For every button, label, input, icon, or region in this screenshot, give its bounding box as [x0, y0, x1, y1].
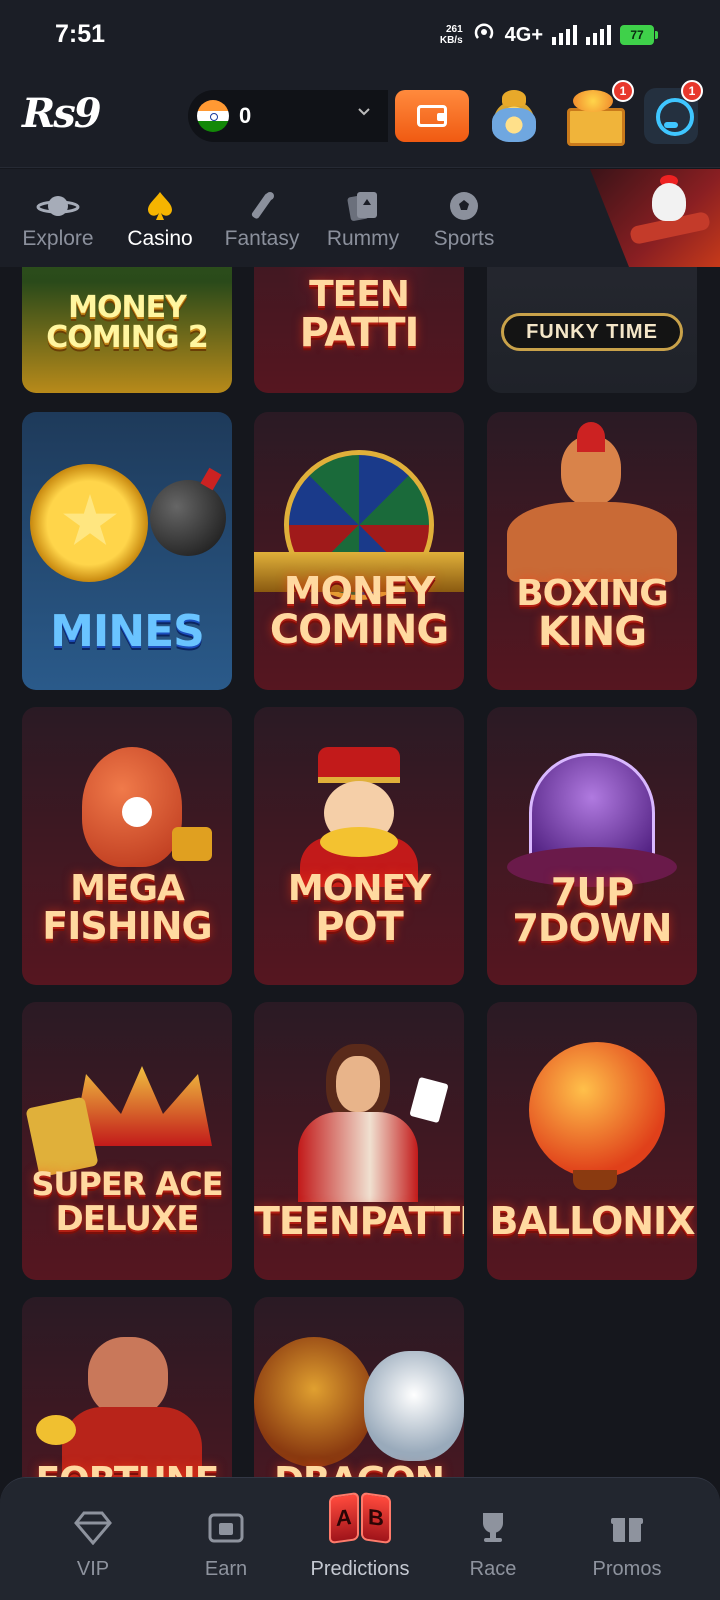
game-tile-7up-7down[interactable]: 7UP 7DOWN — [487, 707, 697, 985]
balance-selector[interactable]: 0 — [188, 90, 388, 142]
battery-icon: 77 — [620, 25, 658, 45]
game-title-line2: FISHING — [42, 904, 212, 948]
game-title-line1: FUNKY TIME — [501, 313, 683, 351]
ab-letter-b: B — [361, 1491, 391, 1545]
spade-icon — [110, 187, 210, 225]
tab-casino[interactable]: Casino — [110, 187, 210, 251]
ab-icon: A B — [295, 1488, 425, 1548]
game-title-line2: DELUXE — [55, 1199, 200, 1239]
game-tile-dragon[interactable]: DRAGON — [254, 1297, 464, 1477]
tab-explore[interactable]: Explore — [8, 187, 108, 251]
game-title-line1: MONEY — [287, 868, 431, 909]
game-title-line2: COMING 2 — [46, 320, 209, 355]
bottom-nav: VIP Earn A B Predictions Race Promos — [0, 1477, 720, 1600]
game-title-line1: SUPER ACE — [31, 1165, 223, 1203]
battery-level: 77 — [620, 25, 654, 45]
chevron-down-icon — [356, 103, 372, 124]
tab-explore-label: Explore — [22, 227, 94, 250]
game-title-line1: MINES — [50, 606, 205, 657]
promo-banner-thumbnail[interactable] — [590, 169, 720, 267]
game-title-line1: BALLONIX — [489, 1199, 696, 1243]
tab-rummy-label: Rummy — [326, 227, 400, 250]
game-tile-mega-fishing[interactable]: MEGA FISHING — [22, 707, 232, 985]
nav-vip-label: VIP — [76, 1558, 110, 1580]
status-indicators: 261 KB/s 4G+ 77 — [440, 20, 658, 50]
gift-icon — [562, 1508, 692, 1548]
support-badge: 1 — [681, 80, 703, 102]
nav-predictions-label: Predictions — [310, 1558, 410, 1580]
game-tile-mines[interactable]: MINES — [22, 412, 232, 690]
nav-earn-label: Earn — [204, 1558, 248, 1580]
game-title-line2: PATTI — [299, 310, 420, 356]
game-title-line1: BOXING — [516, 573, 669, 614]
net-speed-unit: KB/s — [439, 35, 463, 46]
app-header: Rs9 0 1 1 — [0, 66, 720, 168]
soccer-ball-icon — [414, 187, 514, 225]
nav-earn[interactable]: Earn — [161, 1508, 291, 1581]
game-tile-boxing-king[interactable]: BOXING KING — [487, 412, 697, 690]
tab-fantasy-label: Fantasy — [224, 227, 300, 250]
network-type: 4G+ — [504, 23, 543, 46]
game-title-line1: TEEN — [309, 274, 410, 315]
fantasy-icon — [212, 187, 312, 225]
net-speed-value: 261 — [445, 24, 463, 35]
app-logo[interactable]: Rs9 — [22, 90, 102, 137]
game-grid: MONEY COMING 2 TEEN PATTI FUNKY TIME MIN… — [0, 267, 720, 1477]
game-tile-fortune[interactable]: FORTUNE — [22, 1297, 232, 1477]
game-title-line1: TEENPATTI — [254, 1199, 464, 1243]
game-title-line2: POT — [315, 904, 404, 950]
game-tile-money-pot[interactable]: MONEY POT — [254, 707, 464, 985]
game-title-line1: MEGA — [70, 868, 185, 909]
wallet-icon — [417, 105, 447, 127]
ox-art — [22, 1297, 232, 1477]
game-title-line2: KING — [537, 609, 647, 655]
status-bar: 7:51 261 KB/s 4G+ 77 — [0, 0, 720, 66]
wallet-button[interactable] — [395, 90, 469, 142]
planet-icon — [8, 187, 108, 225]
ab-letter-a: A — [329, 1491, 359, 1545]
nav-race[interactable]: Race — [428, 1508, 558, 1581]
tab-rummy[interactable]: Rummy — [313, 187, 413, 251]
game-tile-teen-patti[interactable]: TEEN PATTI — [254, 267, 464, 393]
tab-sports-label: Sports — [433, 227, 495, 250]
game-tile-super-ace-deluxe[interactable]: SUPER ACE DELUXE — [22, 1002, 232, 1280]
status-time: 7:51 — [55, 20, 106, 48]
game-tile-funky-time[interactable]: FUNKY TIME — [487, 267, 697, 393]
game-tile-ballonix[interactable]: BALLONIX — [487, 1002, 697, 1280]
trophy-icon — [428, 1508, 558, 1548]
game-tile-money-coming-2[interactable]: MONEY COMING 2 — [22, 267, 232, 393]
nav-predictions[interactable]: A B Predictions — [295, 1488, 425, 1581]
cards-icon — [313, 187, 413, 225]
nav-promos[interactable]: Promos — [562, 1508, 692, 1581]
net-speed: 261 KB/s — [440, 24, 463, 46]
diamond-icon — [28, 1508, 158, 1548]
game-title-line1: MONEY — [283, 569, 435, 613]
game-title-line1: DRAGON — [254, 1463, 464, 1478]
tab-fantasy[interactable]: Fantasy — [212, 187, 312, 251]
hotspot-icon — [472, 20, 496, 50]
nav-race-label: Race — [469, 1558, 517, 1580]
chest-badge: 1 — [612, 80, 634, 102]
game-title-line1: FORTUNE — [22, 1463, 232, 1478]
game-title-line2: COMING — [269, 607, 449, 653]
india-flag-icon — [197, 100, 229, 132]
balance-amount: 0 — [239, 103, 252, 128]
game-tile-money-coming[interactable]: MONEY COMING — [254, 412, 464, 690]
signal-icon — [552, 25, 577, 45]
game-title-line2: 7DOWN — [512, 906, 672, 950]
nav-promos-label: Promos — [592, 1558, 662, 1580]
tab-sports[interactable]: Sports — [414, 187, 514, 251]
game-title-line1: MONEY — [68, 290, 187, 325]
dragon-tiger-art — [254, 1297, 464, 1477]
signal-icon-2 — [586, 25, 611, 45]
jackpot-jar-icon[interactable] — [484, 84, 544, 146]
category-nav: Explore Casino Fantasy Rummy Sports — [0, 169, 720, 267]
nav-vip[interactable]: VIP — [28, 1508, 158, 1581]
game-tile-teenpatti[interactable]: TEENPATTI — [254, 1002, 464, 1280]
tab-casino-label: Casino — [127, 227, 193, 250]
earn-icon — [161, 1508, 291, 1548]
